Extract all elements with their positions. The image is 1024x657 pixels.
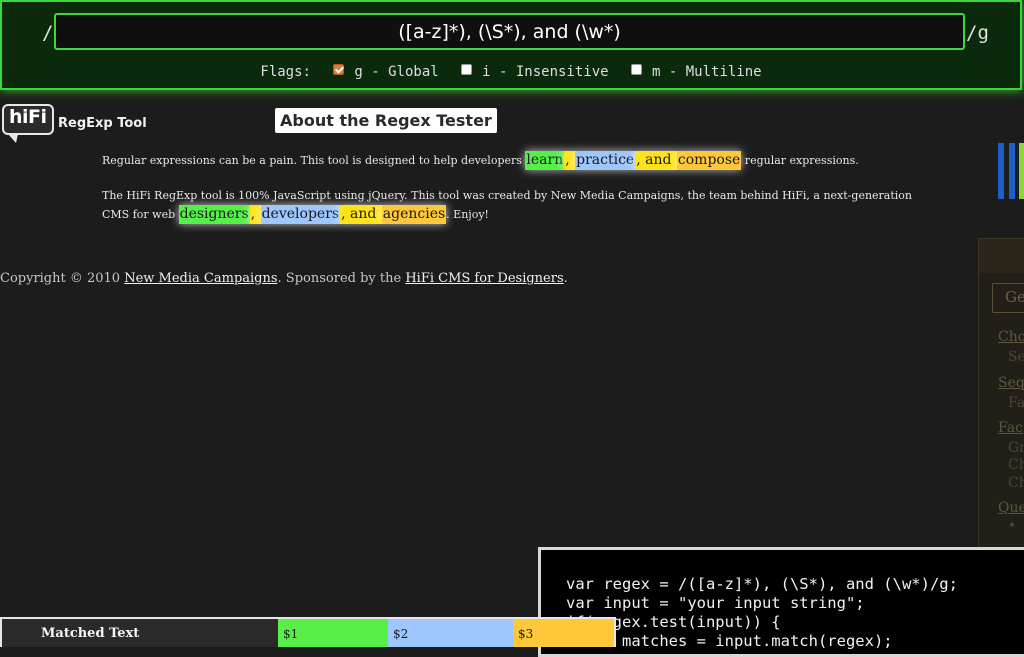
regex-delimiter-open: / (42, 22, 54, 44)
decor-bar (1019, 143, 1024, 199)
side-link[interactable]: Cho (998, 329, 1024, 345)
match-separator: , (249, 205, 261, 224)
about-paragraph-1: Regular expressions can be a pain. This … (102, 151, 932, 170)
match-separator: , (564, 151, 576, 170)
code-line: var input = "your input string"; (566, 594, 865, 612)
hifi-cms-link[interactable]: HiFi CMS for Designers (405, 271, 563, 286)
hifi-logo[interactable]: hiFi (2, 104, 54, 143)
flag-multiline-checkbox[interactable] (631, 64, 643, 75)
side-panel-header (979, 239, 1024, 273)
flags-label: Flags: (260, 64, 311, 80)
side-sub-item: Ch (1008, 457, 1024, 473)
text: . Enjoy! (446, 208, 489, 221)
match-group-3: agencies (381, 205, 447, 224)
copyright-suffix: . (563, 271, 568, 286)
side-link[interactable]: Seq (998, 375, 1024, 391)
regex-pattern-input[interactable] (54, 13, 965, 50)
side-sub-item: Gr (1008, 440, 1024, 456)
flags-row: Flags: g - Global i - Insensitive m - Mu… (2, 64, 1020, 80)
side-sub-item: Ch (1008, 475, 1024, 491)
flag-global-label: g - Global (354, 64, 439, 80)
copyright-prefix: Copyright © 2010 (0, 271, 125, 286)
decor-bar (1009, 143, 1015, 199)
decor-bar (998, 143, 1004, 199)
copyright-middle: . Sponsored by the (277, 271, 406, 286)
flag-insensitive-label: i - Insensitive (482, 64, 609, 80)
match-separator: , and (635, 151, 677, 170)
match-group-2: developers (260, 205, 341, 224)
match-group-1: designers (178, 205, 250, 224)
tool-name: RegExp Tool (58, 116, 147, 131)
side-panel: Ge Cho Se Seq Fa Fac Gr Ch Ch Que • (978, 238, 1024, 558)
side-link[interactable]: Fac (998, 420, 1023, 436)
matched-table-header: Matched Text $1 $2 $3 (0, 617, 616, 647)
regex-delimiter-close: /g (966, 22, 989, 44)
code-block: var regex = /([a-z]*), (\S*), and (\w*)/… (566, 575, 958, 651)
side-sub-item: Fa (1008, 395, 1024, 411)
about-title: About the Regex Tester (275, 108, 497, 133)
group-2-column: $2 (388, 619, 513, 647)
text: Regular expressions can be a pain. This … (102, 154, 526, 167)
side-panel-button[interactable]: Ge (992, 283, 1024, 313)
match-group-3: compose (676, 151, 742, 170)
logo-text: hiFi (9, 106, 47, 128)
regex-bar: / /g Flags: g - Global i - Insensitive m… (0, 0, 1022, 90)
code-line: var regex = /([a-z]*), (\S*), and (\w*)/… (566, 575, 958, 593)
match-group-2: practice (575, 151, 636, 170)
text: regular expressions. (741, 154, 859, 167)
about-paragraph-2: The HiFi RegExp tool is 100% JavaScript … (102, 186, 932, 224)
group-1-column: $1 (278, 619, 388, 647)
side-link[interactable]: Que (998, 500, 1024, 516)
match-group-1: learn (525, 151, 565, 170)
group-3-column: $3 (513, 619, 614, 647)
flag-multiline-label: m - Multiline (652, 64, 762, 80)
side-sub-item: • (1008, 518, 1017, 534)
flag-insensitive-checkbox[interactable] (461, 64, 473, 75)
new-media-campaigns-link[interactable]: New Media Campaigns (124, 271, 277, 286)
match-separator: , and (340, 205, 382, 224)
side-sub-item: Se (1008, 349, 1024, 365)
footer-copyright: Copyright © 2010 New Media Campaigns. Sp… (0, 271, 568, 286)
matched-text-column: Matched Text (41, 626, 140, 641)
flag-global-checkbox[interactable] (333, 64, 345, 75)
